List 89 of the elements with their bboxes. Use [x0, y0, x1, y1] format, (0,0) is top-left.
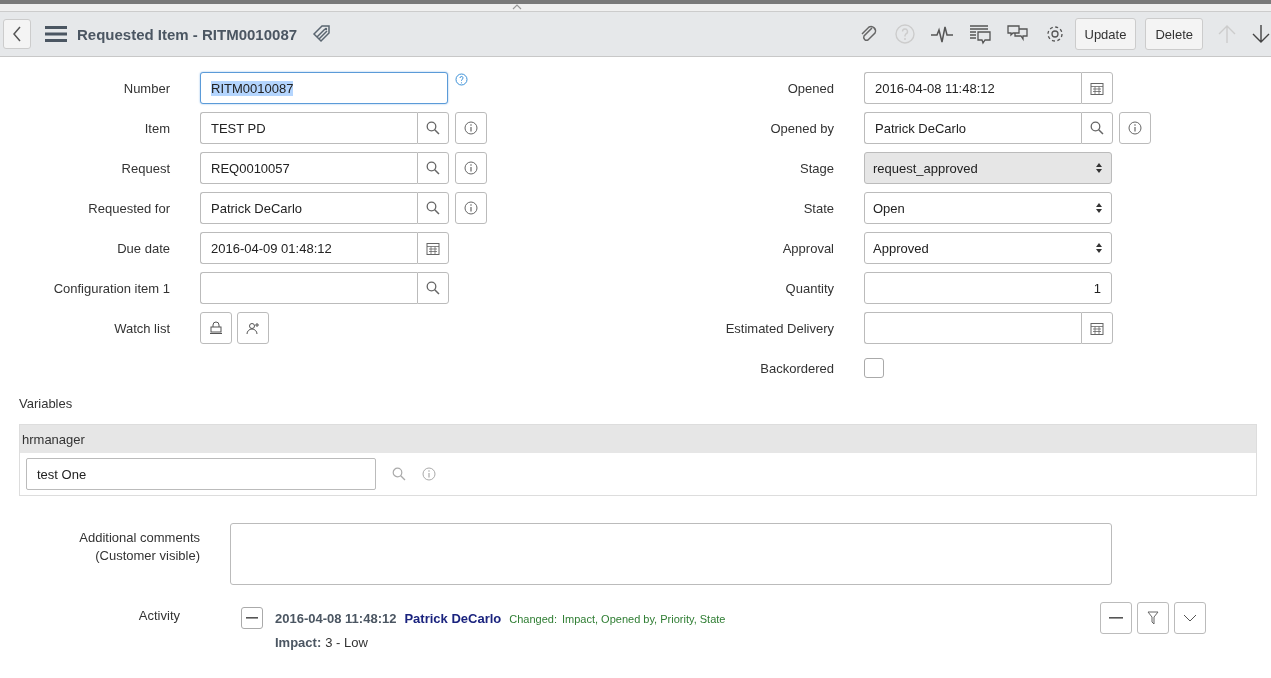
help-icon[interactable] [455, 73, 468, 86]
field-label: Watch list [113, 320, 171, 336]
search-icon [1090, 121, 1104, 135]
dropdown[interactable]: Open [864, 192, 1112, 224]
info-button[interactable] [455, 112, 487, 144]
search-button[interactable] [1081, 112, 1113, 144]
arrow-down-icon[interactable] [1251, 23, 1271, 45]
field-label: Item [143, 120, 171, 136]
search-icon [426, 281, 440, 295]
field-label: Opened [786, 80, 835, 96]
field-label: Backordered [759, 360, 835, 376]
field-label: Stage [799, 160, 835, 176]
dropdown[interactable]: Approved [864, 232, 1112, 264]
add-person-button[interactable] [237, 312, 269, 344]
record-title: Requested Item - RITM0010087 [77, 25, 298, 43]
field-label: Requested for [87, 200, 171, 216]
lock-icon [209, 321, 223, 335]
input-field[interactable]: test One [26, 458, 376, 490]
changed-fields: Impact, Opened by, Priority, State [562, 613, 726, 625]
back-button[interactable] [3, 19, 31, 49]
collapse-button[interactable] [241, 607, 263, 629]
search-button[interactable] [417, 152, 449, 184]
input-field[interactable] [864, 312, 1081, 344]
variable-label: hrmanager [20, 425, 1256, 453]
search-button[interactable] [417, 192, 449, 224]
field-label: Activity [137, 607, 181, 623]
chevron-down-icon [1183, 614, 1197, 622]
field-label: Additional comments [79, 529, 200, 547]
field-label: Due date [116, 240, 171, 256]
minus-icon [1109, 617, 1123, 619]
lock-button[interactable] [200, 312, 232, 344]
field-label: Number [122, 80, 171, 96]
calendar-icon [1090, 81, 1104, 95]
person-plus-icon [246, 321, 260, 335]
detail-field: Impact: [275, 635, 322, 650]
input-field[interactable]: Patrick DeCarlo [200, 192, 417, 224]
activity-timestamp: 2016-04-08 11:48:12 [275, 611, 397, 626]
search-button[interactable] [417, 272, 449, 304]
updown-arrows-icon [1095, 162, 1103, 174]
search-icon [426, 201, 440, 215]
updown-arrows-icon [1095, 242, 1103, 254]
search-button[interactable] [417, 112, 449, 144]
field-label: Request [120, 160, 171, 176]
section-title: Variables [19, 396, 74, 413]
field-label: Opened by [769, 120, 835, 136]
info-icon [464, 161, 478, 175]
search-icon[interactable] [392, 467, 406, 481]
header-button[interactable]: Delete [1145, 18, 1203, 50]
detail-value: 3 - Low [325, 635, 368, 650]
field-label: Estimated Delivery [724, 320, 835, 336]
field-label: Configuration item 1 [52, 280, 171, 296]
input-field[interactable] [200, 272, 417, 304]
info-button[interactable] [1119, 112, 1151, 144]
input-field[interactable]: 2016-04-08 11:48:12 [864, 72, 1081, 104]
minus-icon [246, 617, 258, 619]
filter-button[interactable] [1137, 602, 1169, 634]
checkbox[interactable] [864, 358, 884, 378]
search-icon [426, 161, 440, 175]
changed-label: Changed: [509, 613, 557, 625]
header-button[interactable]: Update [1074, 18, 1137, 50]
input-field[interactable]: 1 [864, 272, 1112, 304]
activity-user: Patrick DeCarlo [404, 611, 502, 626]
info-button[interactable] [455, 192, 487, 224]
field-label: State [802, 200, 835, 216]
input-field[interactable]: Patrick DeCarlo [864, 112, 1081, 144]
field-sublabel: (Customer visible) [95, 547, 200, 565]
menu-icon[interactable] [45, 26, 67, 42]
filter-icon [1147, 611, 1159, 625]
calendar-icon [426, 241, 440, 255]
info-icon [464, 201, 478, 215]
updown-arrows-icon [1095, 202, 1103, 214]
calendar-button[interactable] [1081, 72, 1113, 104]
search-icon [426, 121, 440, 135]
input-field[interactable]: RITM0010087 [200, 72, 448, 104]
field-label: Approval [781, 240, 835, 256]
collapse-all-button[interactable] [1100, 602, 1132, 634]
collapse-caret-icon[interactable] [512, 4, 522, 10]
input-field[interactable]: 2016-04-09 01:48:12 [200, 232, 417, 264]
info-icon [1128, 121, 1142, 135]
input-field[interactable]: REQ0010057 [200, 152, 417, 184]
input-field[interactable]: TEST PD [200, 112, 417, 144]
field-label: Quantity [784, 280, 835, 296]
info-button[interactable] [455, 152, 487, 184]
calendar-button[interactable] [417, 232, 449, 264]
list-comment-icon[interactable] [967, 23, 992, 45]
calendar-icon [1090, 321, 1104, 335]
chevron-left-icon [12, 26, 22, 42]
info-icon [464, 121, 478, 135]
calendar-button[interactable] [1081, 312, 1113, 344]
